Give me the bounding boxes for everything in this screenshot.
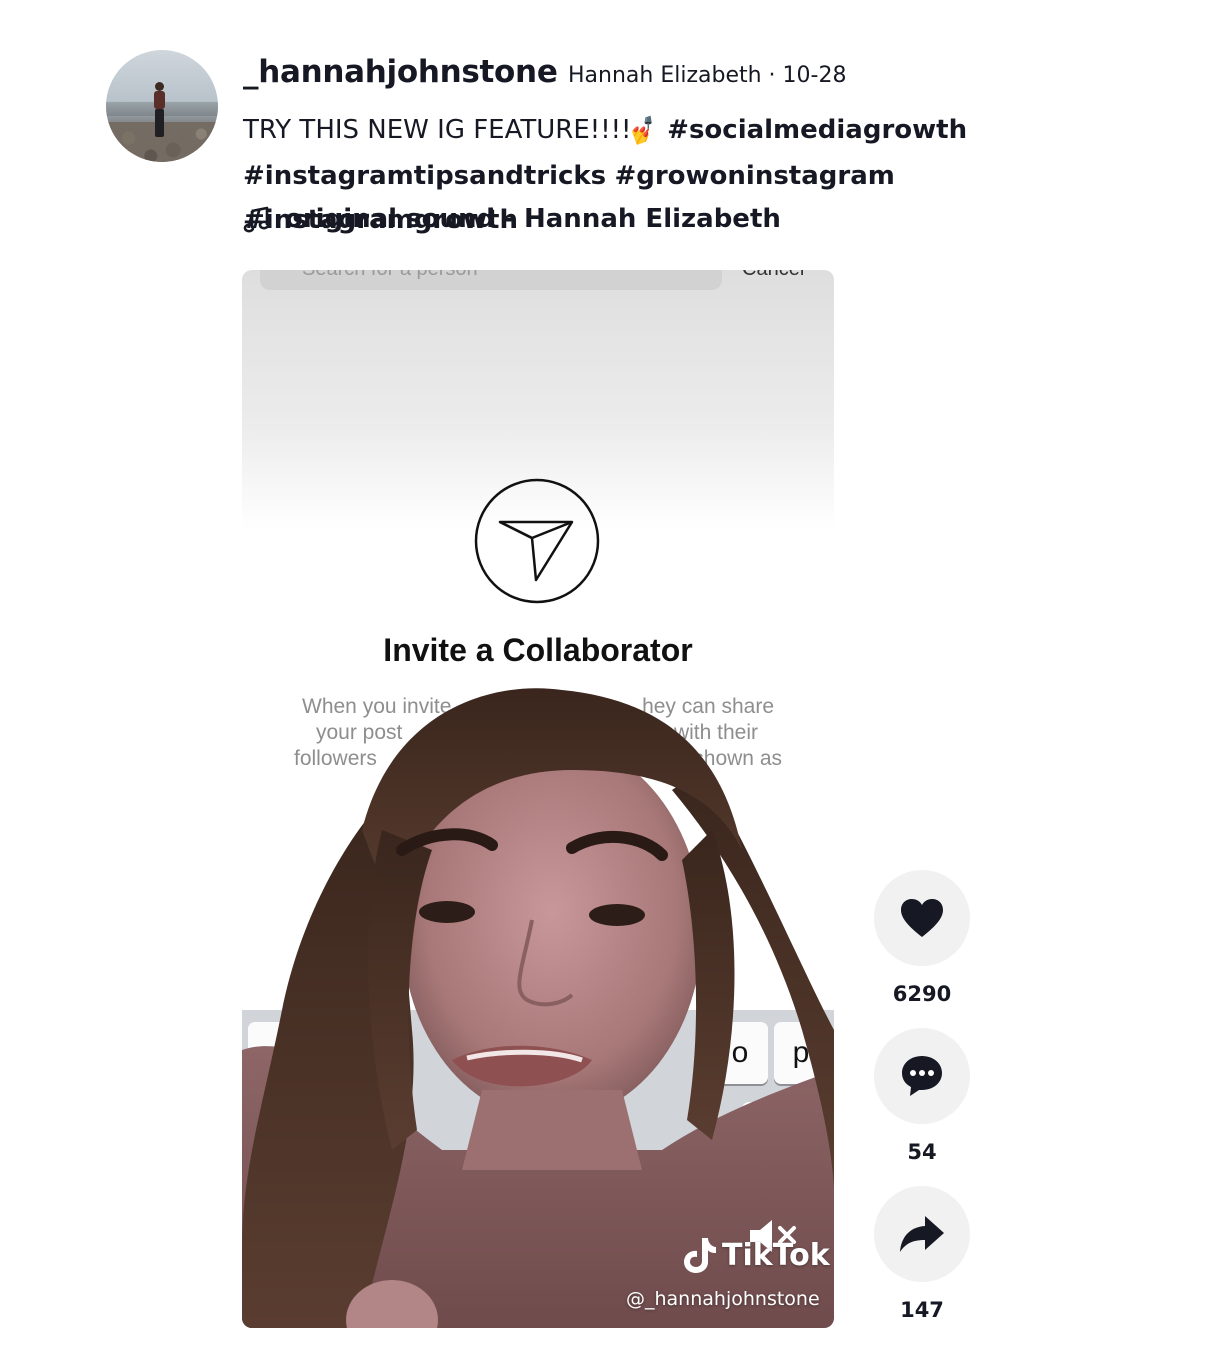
like-count: 6290 [892, 982, 952, 1006]
caption-text: TRY THIS NEW IG FEATURE!!!! [243, 115, 632, 145]
music-note-icon [243, 206, 270, 233]
share-count: 147 [900, 1298, 944, 1322]
paper-plane-icon [474, 478, 600, 604]
keyboard-key-o: o [712, 1022, 768, 1084]
share-action: 147 [874, 1186, 970, 1322]
video-post: _hannahjohnstone Hannah Elizabeth · 10-2… [0, 0, 1206, 1366]
sound-label: original sound - Hannah Elizabeth [285, 204, 781, 234]
video-player[interactable]: Search for a person Cancel Invite a Coll… [242, 270, 834, 1328]
tiktok-brand-text: TikTok [722, 1237, 830, 1273]
screen-keyboard: o p [242, 1010, 834, 1328]
screen-invite-description: When you invite hey can share your post wi… [294, 695, 782, 770]
screen-invite-title: Invite a Collaborator [383, 632, 693, 668]
comment-action: 54 [874, 1028, 970, 1164]
like-action: 6290 [874, 870, 970, 1006]
hashtag-link[interactable]: #growoninstagram [614, 161, 894, 191]
watermark-handle: @_hannahjohnstone [626, 1288, 820, 1310]
keyboard-key-p: p [774, 1022, 828, 1084]
tiktok-watermark: TikTok [682, 1236, 830, 1274]
comment-button[interactable] [874, 1028, 970, 1124]
like-button[interactable] [874, 870, 970, 966]
heart-icon [901, 899, 943, 937]
author-avatar[interactable] [106, 50, 218, 162]
nail-polish-emoji: 💅 [627, 115, 663, 148]
share-arrow-icon [900, 1216, 944, 1252]
author-info: _hannahjohnstone Hannah Elizabeth · 10-2… [243, 54, 846, 90]
author-nickname-date: Hannah Elizabeth · 10-28 [568, 63, 847, 88]
screen-cancel-text: Cancel [742, 270, 804, 281]
author-username[interactable]: _hannahjohnstone [243, 54, 558, 90]
comment-count: 54 [907, 1140, 937, 1164]
tiktok-logo-icon [684, 1238, 716, 1273]
hashtag-link[interactable]: #instagramtipsandtricks [243, 161, 606, 191]
screen-search-placeholder: Search for a person [302, 270, 478, 281]
sound-link[interactable]: original sound - Hannah Elizabeth [243, 204, 781, 234]
share-button[interactable] [874, 1186, 970, 1282]
comment-bubble-icon [902, 1056, 942, 1096]
hashtag-link[interactable]: #socialmediagrowth [667, 115, 967, 145]
